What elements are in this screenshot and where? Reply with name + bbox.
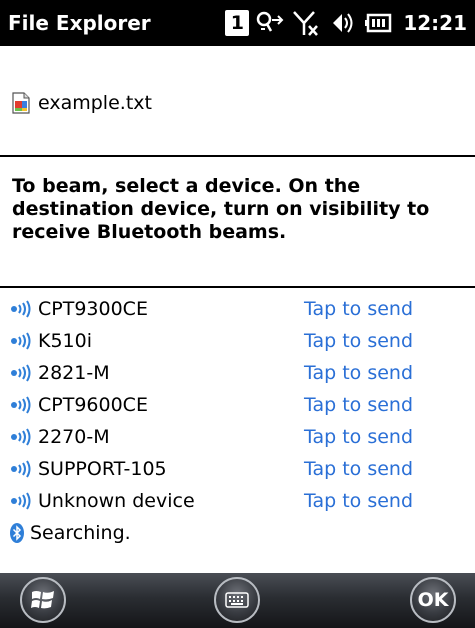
- title-bar: File Explorer 1 12:21: [0, 0, 475, 46]
- bluetooth-signal-icon: [11, 428, 31, 446]
- device-list: CPT9300CE Tap to send K510i Tap to send …: [0, 293, 475, 549]
- volume-icon[interactable]: [327, 9, 357, 37]
- tap-to-send-link[interactable]: Tap to send: [304, 490, 413, 512]
- data-connection-icon[interactable]: [255, 9, 285, 37]
- bluetooth-signal-icon: [11, 364, 31, 382]
- device-name: SUPPORT-105: [38, 458, 167, 480]
- divider: [0, 155, 475, 157]
- device-row[interactable]: 2270-M Tap to send: [0, 421, 475, 453]
- bluetooth-signal-icon: [11, 492, 31, 510]
- device-name: K510i: [38, 330, 93, 352]
- tap-to-send-link[interactable]: Tap to send: [304, 426, 413, 448]
- tap-to-send-link[interactable]: Tap to send: [304, 362, 413, 384]
- tap-to-send-link[interactable]: Tap to send: [304, 394, 413, 416]
- file-item: example.txt: [10, 89, 152, 117]
- tap-to-send-link[interactable]: Tap to send: [304, 298, 413, 320]
- notification-badge-icon[interactable]: 1: [225, 10, 250, 36]
- file-name: example.txt: [38, 92, 152, 114]
- tap-to-send-link[interactable]: Tap to send: [304, 330, 413, 352]
- search-status: Searching.: [30, 522, 131, 544]
- bottom-bar: OK: [0, 573, 475, 628]
- ok-label: OK: [417, 589, 449, 611]
- keyboard-button[interactable]: [214, 577, 260, 623]
- bluetooth-icon: [10, 523, 24, 543]
- device-row[interactable]: K510i Tap to send: [0, 325, 475, 357]
- status-area: 1 12:21: [225, 0, 475, 46]
- clock: 12:21: [403, 11, 467, 35]
- device-row[interactable]: Unknown device Tap to send: [0, 485, 475, 517]
- windows-start-icon: [31, 591, 54, 609]
- ok-button[interactable]: OK: [410, 577, 456, 623]
- divider: [0, 286, 475, 288]
- bluetooth-signal-icon: [11, 332, 31, 350]
- device-row[interactable]: CPT9600CE Tap to send: [0, 389, 475, 421]
- device-name: CPT9600CE: [38, 394, 148, 416]
- bluetooth-signal-icon: [11, 460, 31, 478]
- text-file-icon: [12, 92, 30, 114]
- device-name: 2270-M: [38, 426, 110, 448]
- search-status-row: Searching.: [0, 517, 475, 549]
- device-name: Unknown device: [38, 490, 195, 512]
- bluetooth-signal-icon: [11, 396, 31, 414]
- start-button[interactable]: [20, 577, 66, 623]
- device-row[interactable]: CPT9300CE Tap to send: [0, 293, 475, 325]
- battery-icon[interactable]: [363, 9, 393, 37]
- app-title: File Explorer: [8, 11, 151, 35]
- no-signal-icon[interactable]: [291, 9, 321, 37]
- keyboard-icon: [225, 592, 249, 608]
- tap-to-send-link[interactable]: Tap to send: [304, 458, 413, 480]
- bluetooth-signal-icon: [11, 300, 31, 318]
- device-name: 2821-M: [38, 362, 110, 384]
- device-name: CPT9300CE: [38, 298, 148, 320]
- beam-instruction: To beam, select a device. On the destina…: [12, 175, 430, 243]
- device-row[interactable]: 2821-M Tap to send: [0, 357, 475, 389]
- device-row[interactable]: SUPPORT-105 Tap to send: [0, 453, 475, 485]
